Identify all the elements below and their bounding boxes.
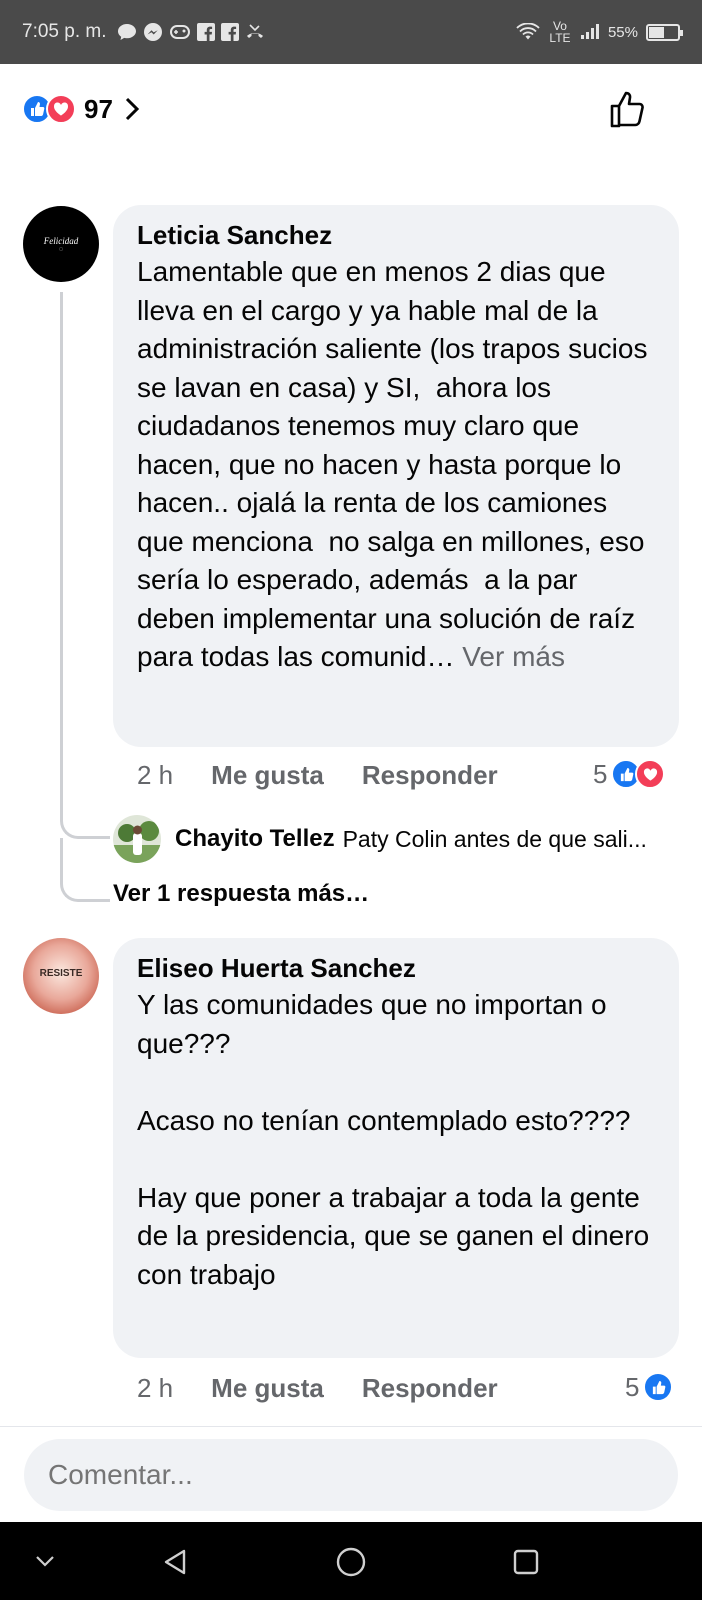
avatar-logo-text: Felicidad: [43, 235, 79, 246]
nav-home-button[interactable]: [331, 1542, 371, 1582]
comment-actions: 2 h Me gusta Responder: [137, 1372, 498, 1404]
reply-author[interactable]: Chayito Tellez: [175, 825, 335, 853]
messenger-icon: [143, 23, 162, 41]
comment-reaction-count: 5: [625, 1371, 640, 1402]
comment-time[interactable]: 2 h: [137, 760, 173, 791]
battery-fill: [649, 26, 665, 38]
comment-bubble[interactable]: Eliseo Huerta Sanchez Y las comunidades …: [113, 938, 679, 1358]
avatar-logo-mark: ◌: [58, 245, 64, 253]
avatar-eliseo-huerta-sanchez[interactable]: RESISTE: [23, 938, 99, 1014]
comment-bubble[interactable]: Leticia Sanchez Lamentable que en menos …: [113, 205, 679, 747]
android-nav-bar: [0, 1522, 702, 1600]
comment-text: Y las comunidades que no importan o que?…: [137, 989, 650, 1290]
reply-button[interactable]: Responder: [362, 1373, 498, 1404]
thread-connector: [60, 800, 110, 839]
love-icon: [635, 759, 666, 789]
comment-reactions[interactable]: 5: [625, 1370, 674, 1404]
facebook-icon: [196, 23, 215, 41]
battery-percent: 55%: [607, 23, 638, 41]
comment-input[interactable]: [24, 1439, 678, 1511]
view-more-replies-link[interactable]: Ver 1 respuesta más…: [113, 880, 369, 908]
comment-text-content: Lamentable que en menos 2 dias que lleva…: [137, 256, 656, 672]
nav-collapse-button[interactable]: [30, 1546, 60, 1576]
comment-time[interactable]: 2 h: [137, 1373, 173, 1404]
status-right: Vo LTE 55%: [516, 19, 683, 45]
like-icon: [643, 1372, 674, 1402]
back-triangle-icon: [164, 1549, 186, 1575]
nav-back-button[interactable]: [155, 1542, 195, 1582]
chevron-right-icon[interactable]: [121, 95, 143, 123]
comment-author[interactable]: Leticia Sanchez: [137, 219, 655, 251]
avatar-leticia-sanchez[interactable]: Felicidad ◌: [23, 206, 99, 282]
comment-reactions[interactable]: 5: [593, 757, 666, 791]
avatar-resiste-text: RESISTE: [39, 968, 83, 979]
like-comment-button[interactable]: Me gusta: [211, 760, 324, 791]
avatar-chayito-tellez[interactable]: [113, 815, 161, 863]
chevron-down-icon: [36, 1556, 54, 1567]
like-comment-button[interactable]: Me gusta: [211, 1373, 324, 1404]
post-reactions-header: 97: [0, 64, 702, 154]
nav-recents-button[interactable]: [506, 1542, 546, 1582]
see-more-link[interactable]: Ver más: [462, 641, 565, 672]
thread-line: [60, 292, 63, 818]
notification-icons: [117, 22, 265, 42]
thread-connector-more: [60, 838, 110, 902]
reply-text: Paty Colin antes de que sali...: [342, 825, 647, 852]
chat-bubble-icon: [117, 24, 136, 40]
wifi-icon: [516, 23, 540, 40]
post-reaction-count[interactable]: 97: [84, 94, 113, 125]
post-reaction-summary[interactable]: 97: [22, 94, 143, 125]
recents-square-icon: [513, 1549, 539, 1575]
comment-actions: 2 h Me gusta Responder: [137, 759, 498, 791]
love-icon: [46, 94, 76, 124]
comment-reaction-count: 5: [593, 758, 608, 789]
status-bar: 7:05 p. m. Vo LTE 55%: [0, 0, 702, 64]
comment-author[interactable]: Eliseo Huerta Sanchez: [137, 952, 655, 984]
status-time: 7:05 p. m.: [22, 21, 107, 42]
signal-icon: [580, 24, 599, 39]
game-icon: [169, 25, 190, 39]
network-label: Vo LTE: [549, 19, 571, 45]
battery-icon: [646, 23, 683, 41]
like-post-button[interactable]: [606, 87, 650, 131]
missed-call-icon: [246, 24, 263, 38]
home-circle-icon: [336, 1547, 366, 1577]
thumbs-up-outline-icon: [610, 91, 644, 128]
reply-preview[interactable]: Chayito Tellez Paty Colin antes de que s…: [113, 815, 679, 863]
reply-button[interactable]: Responder: [362, 760, 498, 791]
facebook-icon-2: [220, 23, 239, 41]
comment-composer-bar: [0, 1426, 702, 1522]
comment-text: Lamentable que en menos 2 dias que lleva…: [137, 253, 655, 677]
